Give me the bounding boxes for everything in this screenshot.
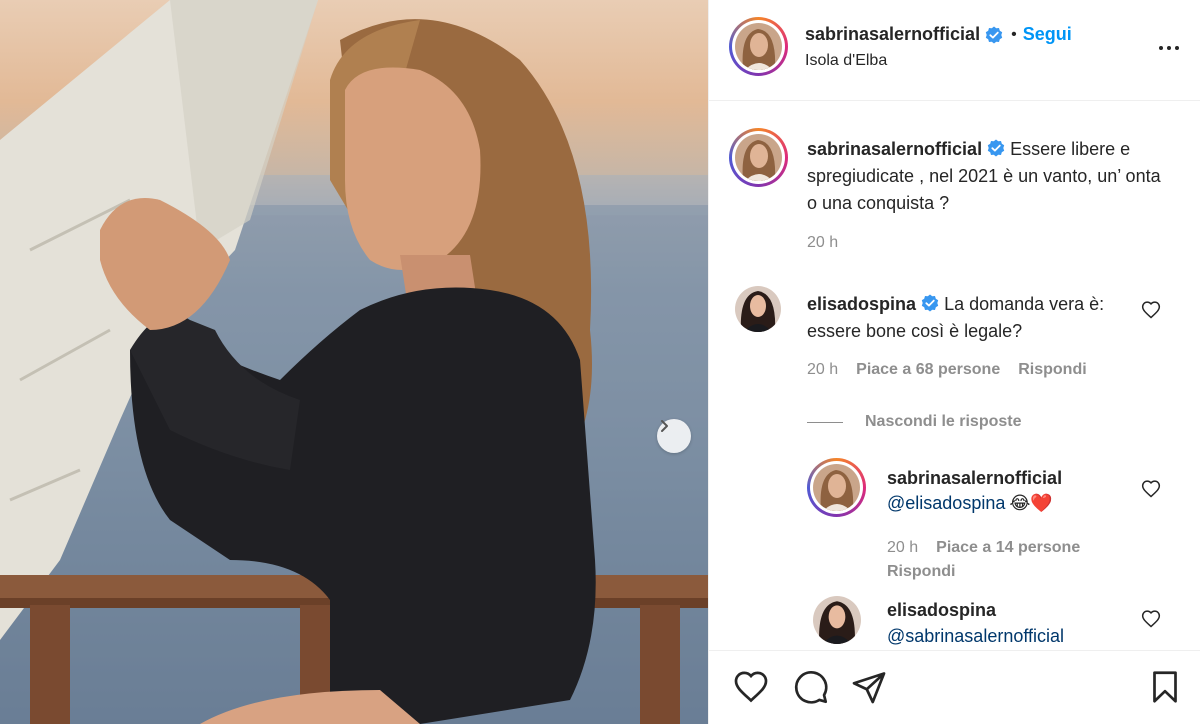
replies-divider: [807, 421, 843, 423]
avatar-image: [813, 464, 860, 511]
verified-badge-icon: [985, 26, 1003, 43]
reply-timestamp[interactable]: 20 h: [887, 539, 918, 557]
caption-username[interactable]: sabrinasalernofficial: [807, 139, 982, 159]
hide-replies-label: Nascondi le risposte: [865, 413, 1022, 430]
author-avatar[interactable]: [729, 17, 788, 76]
reply-button[interactable]: Rispondi: [887, 563, 955, 581]
more-horizontal-icon[interactable]: [1157, 36, 1181, 60]
next-photo-button[interactable]: [657, 419, 691, 453]
reply-username[interactable]: sabrinasalernofficial: [887, 468, 1062, 489]
verified-badge-icon: [987, 139, 1005, 157]
header-user-row: sabrinasalernofficial • Segui: [805, 24, 1072, 45]
comment-likes[interactable]: Piace a 68 persone: [856, 361, 1000, 379]
post-header: sabrinasalernofficial • Segui Isola d'El…: [709, 0, 1200, 101]
post-side-panel: sabrinasalernofficial • Segui Isola d'El…: [708, 0, 1200, 724]
action-bar: [709, 650, 1200, 724]
reply-emojis: 😂❤️: [1009, 493, 1053, 513]
avatar-image: [735, 134, 782, 181]
comment: elisadospina La domanda vera è: essere b…: [807, 291, 1137, 345]
reply-text: @elisadospina 😂❤️: [887, 493, 1053, 514]
caption: sabrinasalernofficial Essere libere e sp…: [807, 136, 1167, 217]
post-photo[interactable]: [0, 0, 708, 724]
avatar-image: [735, 23, 782, 70]
post-image: [0, 0, 708, 724]
hide-replies-button[interactable]: Nascondi le risposte: [807, 413, 1022, 431]
reply-meta: 20 h Piace a 14 persone Rispondi: [887, 539, 1127, 581]
avatar-image: [813, 596, 861, 644]
heart-icon[interactable]: [1141, 479, 1161, 499]
follow-button[interactable]: Segui: [1023, 24, 1072, 45]
reply-username[interactable]: elisadospina: [887, 600, 996, 621]
comment-timestamp[interactable]: 20 h: [807, 361, 838, 379]
comments-list[interactable]: sabrinasalernofficial Essere libere e sp…: [709, 102, 1200, 650]
avatar-image: [735, 286, 781, 332]
comment-meta: 20 h Piace a 68 persone Rispondi: [807, 361, 1087, 379]
author-username[interactable]: sabrinasalernofficial: [805, 24, 980, 45]
commenter-avatar[interactable]: [735, 286, 781, 332]
chevron-right-icon: [661, 420, 668, 432]
bookmark-icon[interactable]: [1147, 669, 1183, 705]
comment-icon[interactable]: [793, 669, 829, 705]
reply-avatar[interactable]: [813, 596, 861, 644]
heart-icon[interactable]: [733, 669, 769, 705]
heart-icon[interactable]: [1141, 300, 1161, 320]
heart-icon[interactable]: [1141, 609, 1161, 629]
verified-badge-icon: [921, 294, 939, 312]
reply-mention[interactable]: @sabrinasalernofficial: [887, 626, 1064, 647]
reply-avatar[interactable]: [807, 458, 866, 517]
reply-button[interactable]: Rispondi: [1018, 361, 1086, 379]
separator-dot: •: [1011, 25, 1017, 43]
reply-mention[interactable]: @elisadospina: [887, 493, 1005, 514]
send-icon[interactable]: [851, 669, 887, 705]
post-location[interactable]: Isola d'Elba: [805, 52, 887, 70]
caption-timestamp[interactable]: 20 h: [807, 234, 838, 252]
reply-likes[interactable]: Piace a 14 persone: [936, 539, 1080, 557]
caption-avatar[interactable]: [729, 128, 788, 187]
comment-username[interactable]: elisadospina: [807, 294, 916, 314]
